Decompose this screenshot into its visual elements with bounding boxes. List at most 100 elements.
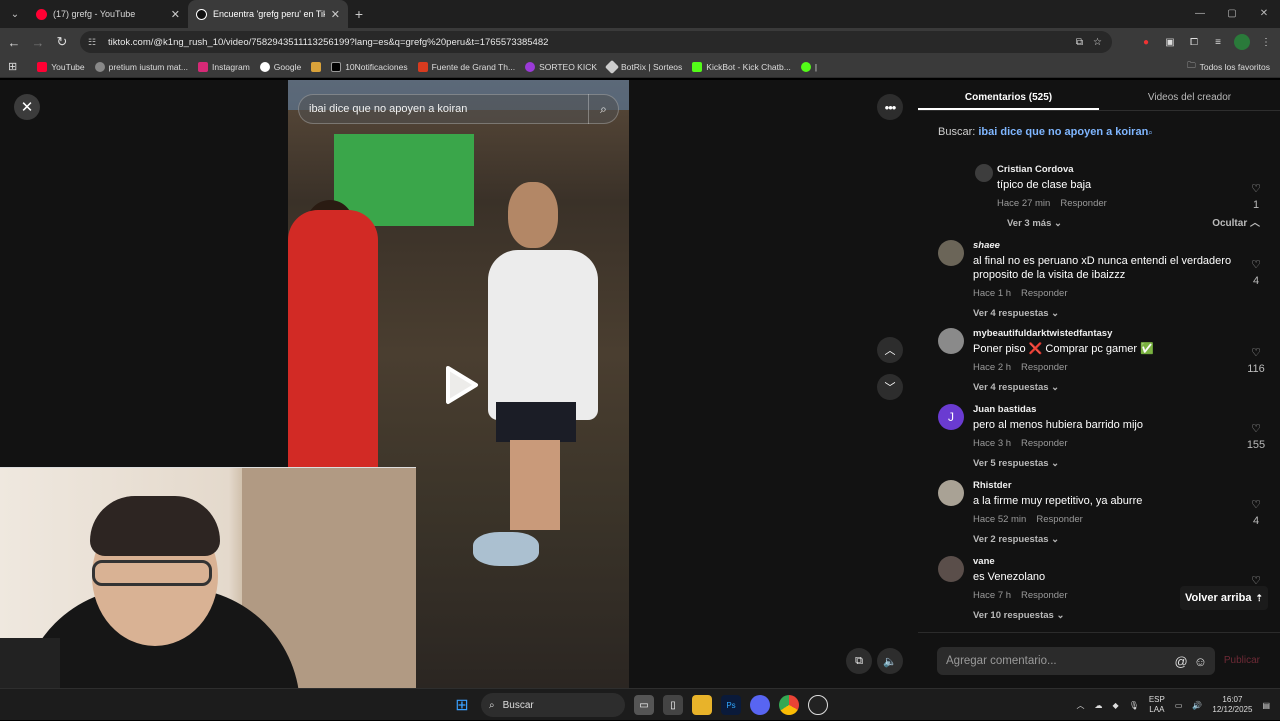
bookmark-google[interactable]: Google: [255, 61, 306, 72]
close-tab-icon[interactable]: ✕: [331, 8, 340, 21]
bookmark-botrix[interactable]: BotRix | Sorteos: [602, 59, 687, 74]
avatar[interactable]: [938, 480, 964, 506]
bookmark-star-icon[interactable]: ☆: [1093, 37, 1102, 48]
taskbar-search[interactable]: ⌕ Buscar: [481, 693, 625, 717]
view-replies[interactable]: Ver 10 respuestas ⌄: [973, 610, 1233, 621]
obs-icon[interactable]: [808, 695, 828, 715]
url-text[interactable]: tiktok.com/@k1ng_rush_10/video/758294351…: [108, 37, 1076, 48]
reply-button[interactable]: Responder: [1036, 514, 1082, 525]
view-replies[interactable]: Ver 2 respuestas ⌄: [973, 534, 1233, 545]
comment-input[interactable]: Agregar comentario... @ ☺: [937, 647, 1215, 675]
chrome-icon[interactable]: [779, 695, 799, 715]
file-explorer-icon[interactable]: [692, 695, 712, 715]
close-video-button[interactable]: ✕: [14, 94, 40, 120]
photoshop-icon[interactable]: Ps: [721, 695, 741, 715]
discord-icon[interactable]: [750, 695, 770, 715]
floating-player-button[interactable]: ⧉: [846, 648, 872, 674]
comment-username[interactable]: Rhistder: [973, 480, 1233, 491]
reply-button[interactable]: Responder: [1060, 198, 1106, 209]
bookmark-youtube[interactable]: YouTube: [32, 61, 89, 72]
network-icon[interactable]: ▭: [1175, 701, 1183, 710]
reply-button[interactable]: Responder: [1021, 288, 1067, 299]
profile-avatar[interactable]: [1234, 34, 1250, 50]
emoji-icon[interactable]: ☺: [1194, 654, 1207, 669]
like-button[interactable]: ♡ 116: [1244, 346, 1268, 375]
avatar[interactable]: [975, 164, 993, 182]
app-tray-icon[interactable]: ◆: [1113, 701, 1119, 710]
reply-button[interactable]: Responder: [1021, 590, 1067, 601]
windows-start-icon[interactable]: ⊞: [452, 695, 472, 715]
reload-button[interactable]: ↻: [50, 34, 74, 50]
avatar[interactable]: J: [938, 404, 964, 430]
bookmark-icon-only[interactable]: [306, 61, 326, 72]
site-info-icon[interactable]: ☷: [88, 37, 102, 48]
video-search-text[interactable]: ibai dice que no apoyen a koiran: [309, 103, 588, 115]
close-window-icon[interactable]: ✕: [1248, 0, 1280, 28]
tab-creator-videos[interactable]: Videos del creador: [1099, 80, 1280, 110]
view-replies[interactable]: Ver 5 respuestas ⌄: [973, 458, 1233, 469]
like-button[interactable]: ♡ 1: [1244, 182, 1268, 211]
comment-username[interactable]: Juan bastidas: [973, 404, 1233, 415]
bookmark-instagram[interactable]: Instagram: [193, 61, 255, 72]
back-button[interactable]: ←: [2, 35, 26, 50]
minimize-icon[interactable]: —: [1184, 0, 1216, 28]
comment-username[interactable]: Cristian Cordova: [997, 164, 1257, 175]
close-tab-icon[interactable]: ✕: [171, 8, 180, 21]
apps-grid-icon[interactable]: ⊞: [0, 60, 22, 73]
comment-username[interactable]: mybeautifuldarktwistedfantasy: [973, 328, 1233, 339]
task-view-icon[interactable]: ▭: [634, 695, 654, 715]
bookmark-kickbot[interactable]: KickBot - Kick Chatb...: [687, 61, 796, 72]
avatar[interactable]: [938, 328, 964, 354]
extensions-puzzle-icon[interactable]: ⧠: [1186, 34, 1202, 50]
tab-comments[interactable]: Comentarios (525): [918, 80, 1099, 110]
bookmark-x[interactable]: 10Notificaciones: [326, 61, 412, 72]
speaker-icon[interactable]: 🔊: [1192, 701, 1202, 710]
reply-button[interactable]: Responder: [1021, 438, 1067, 449]
like-button[interactable]: ♡ 4: [1244, 258, 1268, 287]
post-button[interactable]: Publicar: [1224, 647, 1260, 675]
address-bar[interactable]: ☷ tiktok.com/@k1ng_rush_10/video/7582943…: [80, 31, 1112, 53]
tab-youtube[interactable]: (17) grefg - YouTube ✕: [28, 0, 188, 28]
next-video-button[interactable]: ﹀: [877, 374, 903, 400]
bookmark-fuente[interactable]: Fuente de Grand Th...: [413, 61, 520, 72]
bookmark-pretium[interactable]: pretium iustum mat...: [90, 61, 193, 72]
comment-username[interactable]: vane: [973, 556, 1233, 567]
avatar[interactable]: [938, 240, 964, 266]
notifications-icon[interactable]: ▤: [1262, 701, 1270, 710]
search-query-link[interactable]: ibai dice que no apoyen a koiran: [978, 126, 1148, 138]
video-search-bar[interactable]: ibai dice que no apoyen a koiran ⌕: [298, 94, 619, 124]
maximize-icon[interactable]: ▢: [1216, 0, 1248, 28]
hide-replies-button[interactable]: Ocultar ︿: [1212, 214, 1260, 229]
tab-tiktok[interactable]: Encuentra 'grefg peru' en TikTo ✕: [188, 0, 348, 28]
all-favorites-folder[interactable]: 🗀 Todos los favoritos: [1187, 56, 1270, 78]
avatar[interactable]: [938, 556, 964, 582]
bookmark-sorteo-kick[interactable]: SORTEO KICK: [520, 61, 602, 72]
previous-video-button[interactable]: ︿: [877, 337, 903, 363]
more-options-button[interactable]: •••: [877, 94, 903, 120]
chevron-up-icon[interactable]: ︿: [1077, 700, 1085, 711]
language-indicator[interactable]: ESP LAA: [1149, 695, 1165, 715]
play-icon[interactable]: [436, 362, 482, 408]
view-replies[interactable]: Ver 4 respuestas ⌄: [973, 308, 1233, 319]
new-tab-button[interactable]: +: [348, 6, 370, 22]
volume-button[interactable]: 🔈: [877, 648, 903, 674]
like-button[interactable]: ♡ 155: [1244, 422, 1268, 451]
search-icon[interactable]: ⌕: [588, 94, 618, 124]
install-app-icon[interactable]: ⧉: [1076, 37, 1083, 48]
onedrive-icon[interactable]: ☁: [1095, 701, 1103, 710]
view-replies[interactable]: Ver 4 respuestas ⌄: [973, 382, 1233, 393]
reply-button[interactable]: Responder: [1021, 362, 1067, 373]
like-button[interactable]: ♡ 4: [1244, 498, 1268, 527]
back-to-top-button[interactable]: Volver arriba ⇡: [1180, 586, 1268, 610]
menu-kebab-icon[interactable]: ⋮: [1258, 34, 1274, 50]
mention-icon[interactable]: @: [1175, 654, 1188, 669]
extension-box-icon[interactable]: ▣: [1162, 34, 1178, 50]
extension-red-icon[interactable]: ●: [1138, 34, 1154, 50]
bookmark-10[interactable]: |: [796, 61, 822, 72]
app-icon[interactable]: ▯: [663, 695, 683, 715]
tab-search-button[interactable]: ⌄: [2, 4, 28, 24]
microphone-icon[interactable]: 🎙: [1129, 701, 1139, 710]
forward-button[interactable]: →: [26, 35, 50, 50]
comment-username[interactable]: shaee: [973, 240, 1233, 251]
clock[interactable]: 16:07 12/12/2025: [1212, 695, 1252, 715]
